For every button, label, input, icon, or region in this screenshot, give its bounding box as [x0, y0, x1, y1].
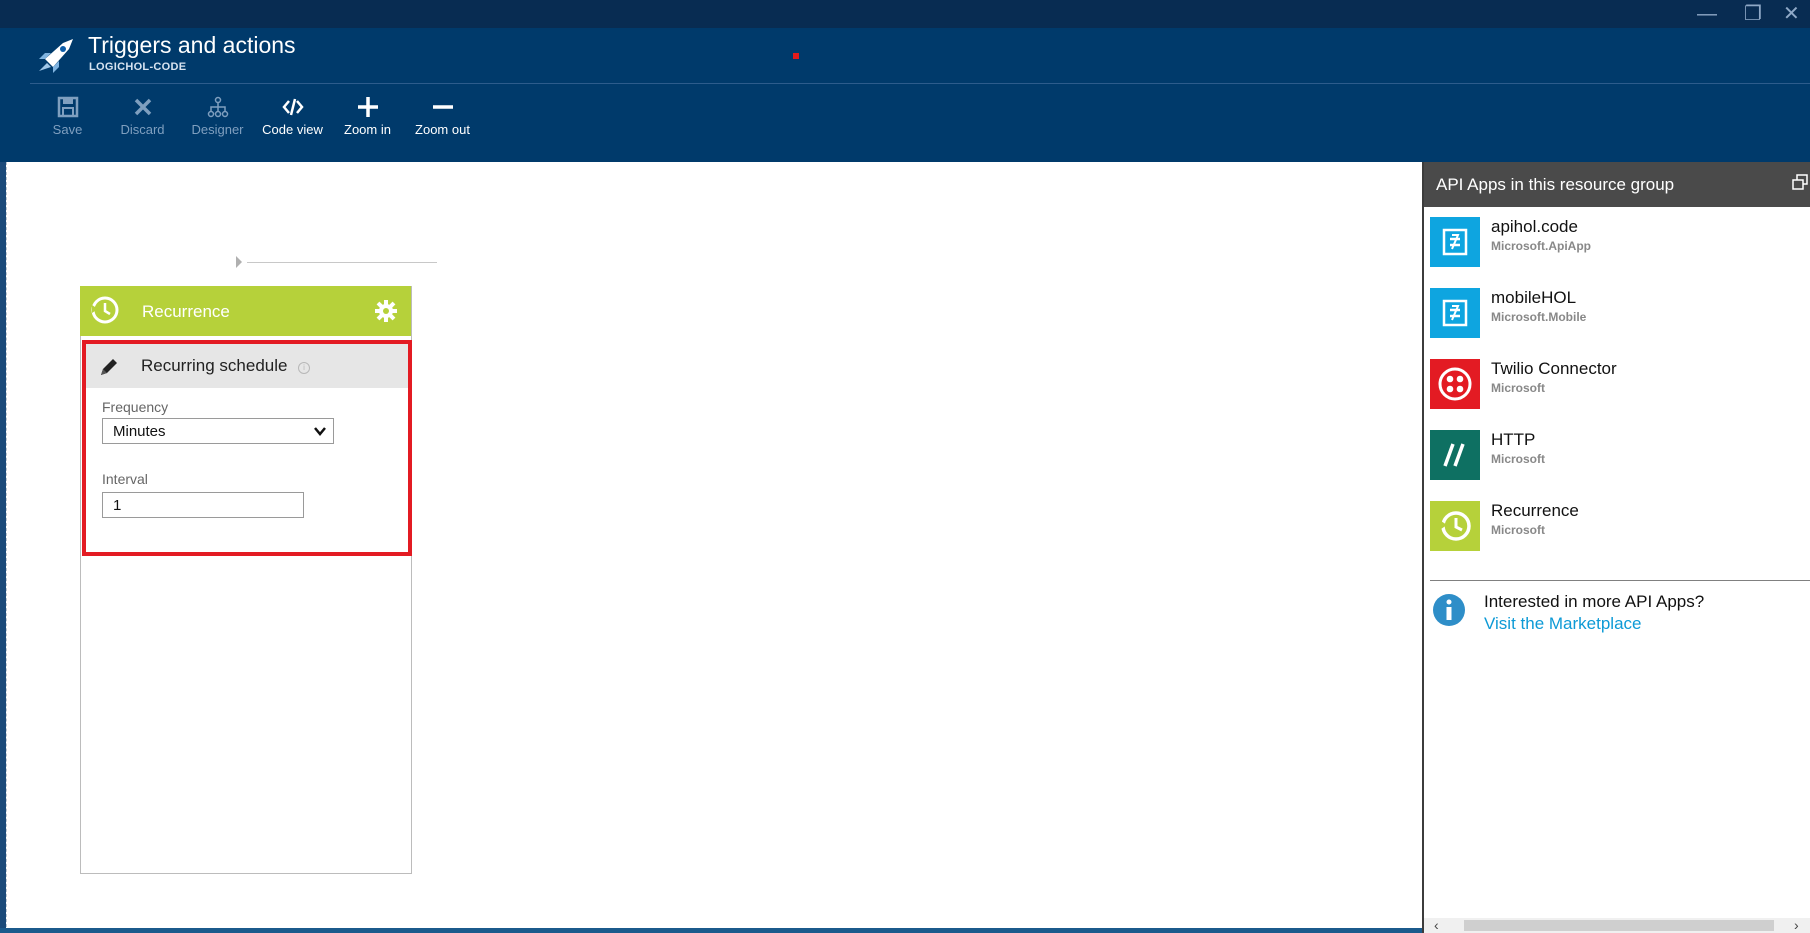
api-apps-panel: API Apps in this resource group apihol.c…	[1422, 162, 1810, 933]
list-item-recurrence[interactable]: Recurrence Microsoft	[1430, 501, 1806, 557]
info-icon	[1433, 594, 1465, 626]
horizontal-scrollbar[interactable]: ‹ ›	[1424, 918, 1810, 933]
recurrence-card-title: Recurrence	[142, 302, 230, 321]
zoom-in-label: Zoom in	[344, 122, 391, 137]
frequency-label: Frequency	[102, 399, 169, 415]
app-publisher: Microsoft	[1491, 452, 1545, 466]
discard-label: Discard	[120, 122, 165, 137]
recurrence-card-header[interactable]: Recurrence	[80, 286, 411, 336]
rocket-icon	[39, 39, 73, 73]
code-view-button[interactable]: Code view	[255, 96, 330, 144]
canvas-border	[6, 162, 8, 932]
restore-panel-icon[interactable]	[1792, 174, 1808, 190]
list-item-mobilehol[interactable]: mobileHOL Microsoft.Mobile	[1430, 288, 1806, 344]
panel-divider	[1430, 580, 1810, 581]
app-name: apihol.code	[1491, 217, 1578, 236]
discard-icon	[134, 98, 151, 116]
more-apps-text: Interested in more API Apps?	[1484, 592, 1705, 611]
frequency-value: Minutes	[113, 423, 166, 440]
code-icon	[281, 98, 304, 116]
mobile-app-icon	[1430, 288, 1480, 338]
zoom-out-label: Zoom out	[415, 122, 470, 137]
app-name: Twilio Connector	[1491, 359, 1617, 378]
recurrence-icon	[91, 296, 119, 324]
connector-line	[247, 262, 437, 263]
zoom-out-button[interactable]: Zoom out	[405, 96, 480, 144]
restore-button[interactable]: ❐	[1744, 4, 1762, 24]
recurring-schedule-section: Recurring schedule i Frequency Minutes I…	[82, 340, 412, 556]
window-title-strip	[0, 0, 1810, 28]
http-icon	[1430, 430, 1480, 480]
code-view-label: Code view	[262, 122, 323, 137]
list-item-http[interactable]: HTTP Microsoft	[1430, 430, 1806, 486]
page-title: Triggers and actions	[88, 32, 296, 58]
panel-title: API Apps in this resource group	[1436, 175, 1675, 194]
section-header[interactable]: Recurring schedule i	[86, 344, 408, 388]
app-publisher: Microsoft.ApiApp	[1491, 239, 1591, 253]
header-divider	[30, 83, 1810, 84]
app-publisher: Microsoft	[1491, 381, 1545, 395]
interval-input[interactable]	[102, 492, 304, 518]
page-subtitle: LOGICHOL-CODE	[89, 61, 187, 73]
designer-label: Designer	[191, 122, 244, 137]
scrollbar-thumb[interactable]	[1464, 920, 1774, 931]
plus-icon	[357, 97, 378, 117]
save-button[interactable]: Save	[30, 96, 105, 144]
minimize-button[interactable]: —	[1697, 4, 1717, 24]
info-icon[interactable]: i	[298, 362, 310, 374]
recurrence-icon	[1430, 501, 1480, 551]
api-app-icon	[1430, 217, 1480, 267]
discard-button[interactable]: Discard	[105, 96, 180, 144]
pencil-icon[interactable]	[98, 356, 120, 378]
app-name: Recurrence	[1491, 501, 1579, 520]
marketplace-link[interactable]: Visit the Marketplace	[1484, 614, 1641, 634]
interval-label: Interval	[102, 471, 148, 487]
scroll-right-arrow[interactable]: ›	[1794, 918, 1799, 933]
chevron-down-icon	[314, 427, 326, 436]
list-item-twilio-connector[interactable]: Twilio Connector Microsoft	[1430, 359, 1806, 415]
minus-icon	[432, 105, 453, 109]
app-name: mobileHOL	[1491, 288, 1577, 307]
canvas-bottom-edge	[0, 928, 1422, 933]
gear-icon[interactable]	[374, 299, 398, 323]
app-publisher: Microsoft.Mobile	[1491, 310, 1587, 324]
list-item-apihol-code[interactable]: apihol.code Microsoft.ApiApp	[1430, 217, 1806, 273]
status-marker	[793, 53, 799, 59]
twilio-icon	[1430, 359, 1480, 409]
connector-arrow	[236, 256, 242, 268]
panel-header: API Apps in this resource group	[1424, 162, 1810, 207]
frequency-select[interactable]: Minutes	[102, 418, 334, 444]
designer-icon	[207, 96, 228, 118]
scroll-left-arrow[interactable]: ‹	[1434, 918, 1439, 933]
app-name: HTTP	[1491, 430, 1536, 449]
app-publisher: Microsoft	[1491, 523, 1545, 537]
section-title: Recurring schedule	[141, 356, 288, 375]
zoom-in-button[interactable]: Zoom in	[330, 96, 405, 144]
save-label: Save	[52, 122, 83, 137]
designer-button[interactable]: Designer	[180, 96, 255, 144]
close-button[interactable]: ✕	[1783, 4, 1800, 24]
save-icon	[57, 96, 78, 118]
